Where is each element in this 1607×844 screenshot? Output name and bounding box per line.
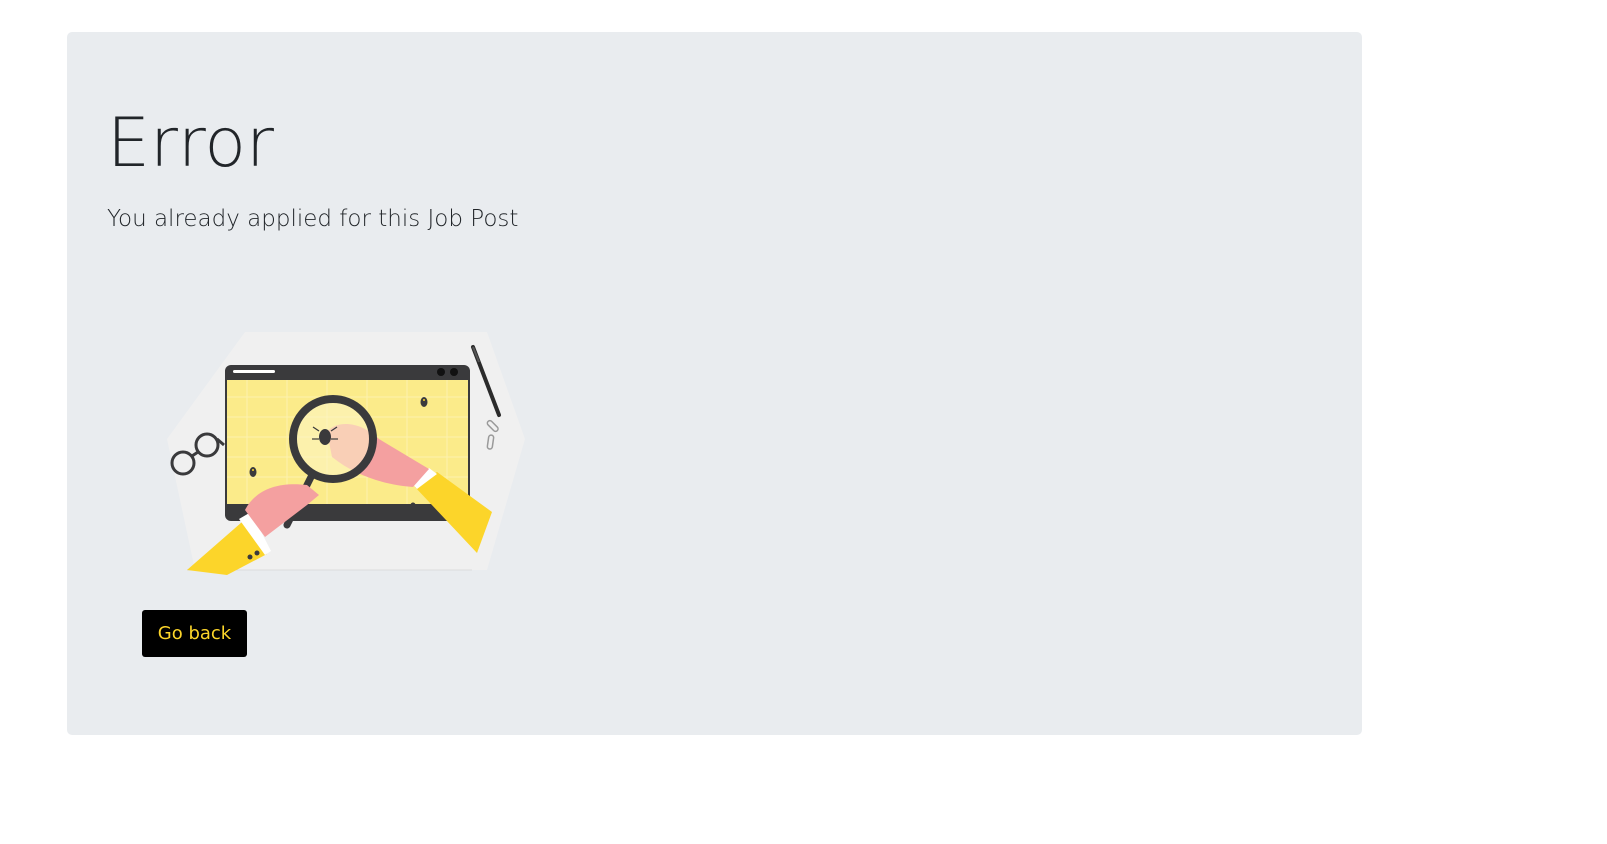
bug-search-illustration bbox=[167, 332, 525, 575]
error-message: You already applied for this Job Post bbox=[107, 206, 519, 232]
go-back-button[interactable]: Go back bbox=[142, 610, 247, 657]
page-title: Error bbox=[107, 104, 274, 183]
error-panel: Error You already applied for this Job P… bbox=[67, 32, 1362, 735]
